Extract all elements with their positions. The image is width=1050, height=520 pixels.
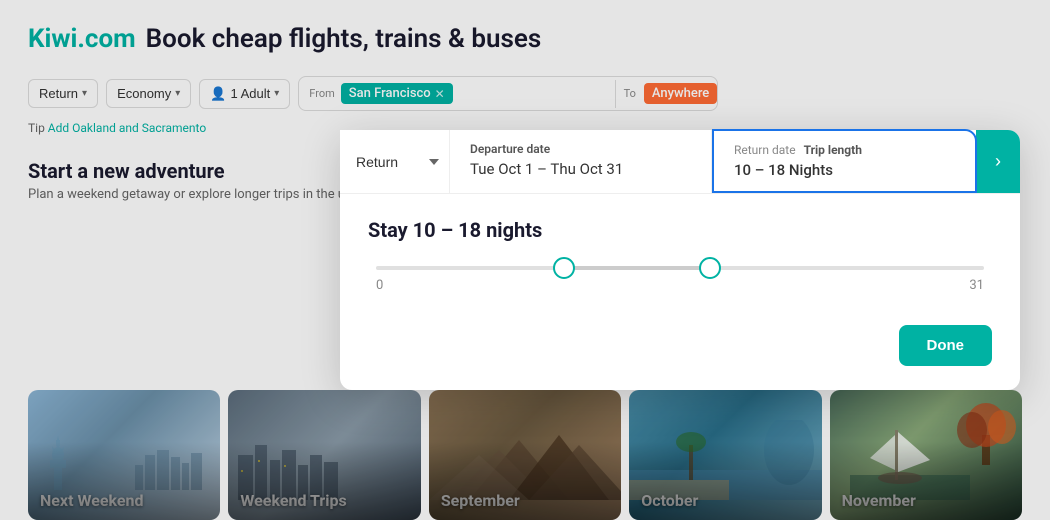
modal-return-select[interactable]: Return <box>340 130 450 193</box>
passengers-dropdown[interactable]: 👤 1 Adult ▾ <box>199 79 290 109</box>
card-november[interactable]: November <box>830 390 1022 520</box>
trip-type-label: Return <box>39 86 78 101</box>
modal-body: Stay 10 – 18 nights 0 31 <box>340 194 1020 293</box>
from-label: From <box>309 87 334 100</box>
slider-labels: 0 31 <box>376 278 984 293</box>
to-value[interactable]: Anywhere <box>644 83 717 104</box>
chevron-down-icon: ▾ <box>175 88 180 99</box>
slider-max-label: 31 <box>969 278 984 293</box>
card-next-weekend-label: Next Weekend <box>40 491 144 510</box>
slider-thumb-left[interactable] <box>553 257 575 279</box>
card-september-label: September <box>441 491 520 510</box>
modal-header: Return Departure date Tue Oct 1 – Thu Oc… <box>340 130 1020 194</box>
passengers-label: 1 Adult <box>230 86 270 101</box>
card-november-label: November <box>842 491 916 510</box>
from-value[interactable]: San Francisco ✕ <box>341 83 453 104</box>
modal-next-button[interactable]: › <box>976 130 1020 193</box>
slider-active-range <box>564 266 710 270</box>
trip-type-dropdown[interactable]: Return ▾ <box>28 79 98 108</box>
card-next-weekend[interactable]: Next Weekend <box>28 390 220 520</box>
mountain-icon <box>429 420 621 500</box>
beach-icon <box>629 420 821 500</box>
arrow-right-icon: › <box>995 151 1001 172</box>
trip-length-section[interactable]: Return date Trip length 10 – 18 Nights <box>712 129 977 193</box>
trip-length-value: 10 – 18 Nights <box>734 161 955 179</box>
trip-length-label: Trip length <box>804 143 862 157</box>
statue-liberty-icon <box>43 430 73 490</box>
main-page: Kiwi.com Book cheap flights, trains & bu… <box>0 0 1050 520</box>
return-date-label: Return date <box>734 143 796 157</box>
chevron-down-icon: ▾ <box>274 88 279 99</box>
fare-class-dropdown[interactable]: Economy ▾ <box>106 79 191 108</box>
slider-min-label: 0 <box>376 278 383 293</box>
search-fields: From San Francisco ✕ To Anywhere <box>298 76 718 111</box>
from-field[interactable]: From San Francisco ✕ <box>299 77 614 110</box>
trip-labels: Return date Trip length <box>734 143 955 157</box>
chevron-down-icon: ▾ <box>82 88 87 99</box>
autumn-tree-icon <box>957 395 1017 465</box>
sailboat-icon <box>850 420 970 500</box>
slider-thumb-right[interactable] <box>699 257 721 279</box>
card-october[interactable]: October <box>629 390 821 520</box>
cards-row: Next Weekend Weekend Trips <box>0 390 1050 520</box>
departure-date-value: Tue Oct 1 – Thu Oct 31 <box>470 160 691 178</box>
search-row: Return ▾ Economy ▾ 👤 1 Adult ▾ From San … <box>28 76 1022 111</box>
card-weekend-trips-label: Weekend Trips <box>240 491 346 510</box>
person-icon: 👤 <box>210 86 226 102</box>
done-button[interactable]: Done <box>899 325 993 366</box>
fare-class-label: Economy <box>117 86 171 101</box>
to-label: To <box>624 87 636 100</box>
departure-date-label: Departure date <box>470 142 691 156</box>
slider-track <box>376 266 984 270</box>
skyline-icon <box>130 445 210 490</box>
header: Kiwi.com Book cheap flights, trains & bu… <box>28 24 1022 54</box>
card-october-label: October <box>641 491 698 510</box>
clear-from-icon[interactable]: ✕ <box>435 87 445 101</box>
field-divider <box>615 80 616 108</box>
modal-footer: Done <box>340 325 1020 366</box>
card-weekend-trips[interactable]: Weekend Trips <box>228 390 420 520</box>
card-september[interactable]: September <box>429 390 621 520</box>
tagline: Book cheap flights, trains & buses <box>146 24 542 54</box>
tip-prefix: Tip <box>28 121 48 135</box>
departure-date-section[interactable]: Departure date Tue Oct 1 – Thu Oct 31 <box>450 130 712 193</box>
logo: Kiwi.com <box>28 24 136 54</box>
trip-length-modal: Return Departure date Tue Oct 1 – Thu Oc… <box>340 130 1020 390</box>
nights-slider[interactable]: 0 31 <box>368 266 992 293</box>
stay-nights-title: Stay 10 – 18 nights <box>368 218 992 242</box>
tip-link[interactable]: Add Oakland and Sacramento <box>48 121 206 135</box>
